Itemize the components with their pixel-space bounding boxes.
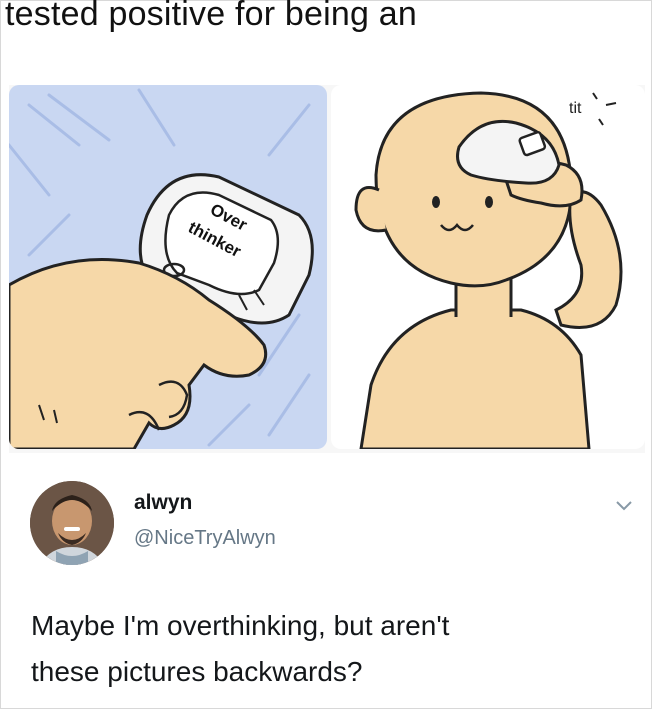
comic-panel-character: tit [331, 85, 645, 449]
eye-right [485, 196, 493, 208]
comic-panel-thermometer: Over thinker [9, 85, 327, 449]
tweet-text-line-2: these pictures backwards? [31, 656, 363, 687]
tweet-card: alwyn @NiceTryAlwyn Maybe I'm overthinki… [1, 461, 651, 708]
tweet-text: Maybe I'm overthinking, but aren't these… [31, 603, 631, 695]
profile-photo-icon [30, 481, 114, 565]
sound-effect-lines [592, 92, 617, 126]
tweet-display-name[interactable]: alwyn [134, 491, 192, 515]
eye-left [432, 196, 440, 208]
tweet-handle[interactable]: @NiceTryAlwyn [134, 527, 276, 550]
comic-strip: Over thinker tit [9, 85, 645, 453]
chevron-down-icon[interactable] [615, 499, 633, 513]
meme-frame: tested positive for being an Over thinke… [0, 0, 652, 709]
thermometer-illustration: Over thinker [9, 88, 314, 449]
meme-caption: tested positive for being an [5, 0, 417, 33]
character [354, 91, 623, 449]
avatar[interactable] [30, 481, 114, 565]
tweet-text-line-1: Maybe I'm overthinking, but aren't [31, 610, 450, 641]
sound-effect-text: tit [569, 100, 582, 117]
character-illustration: tit [354, 91, 623, 449]
